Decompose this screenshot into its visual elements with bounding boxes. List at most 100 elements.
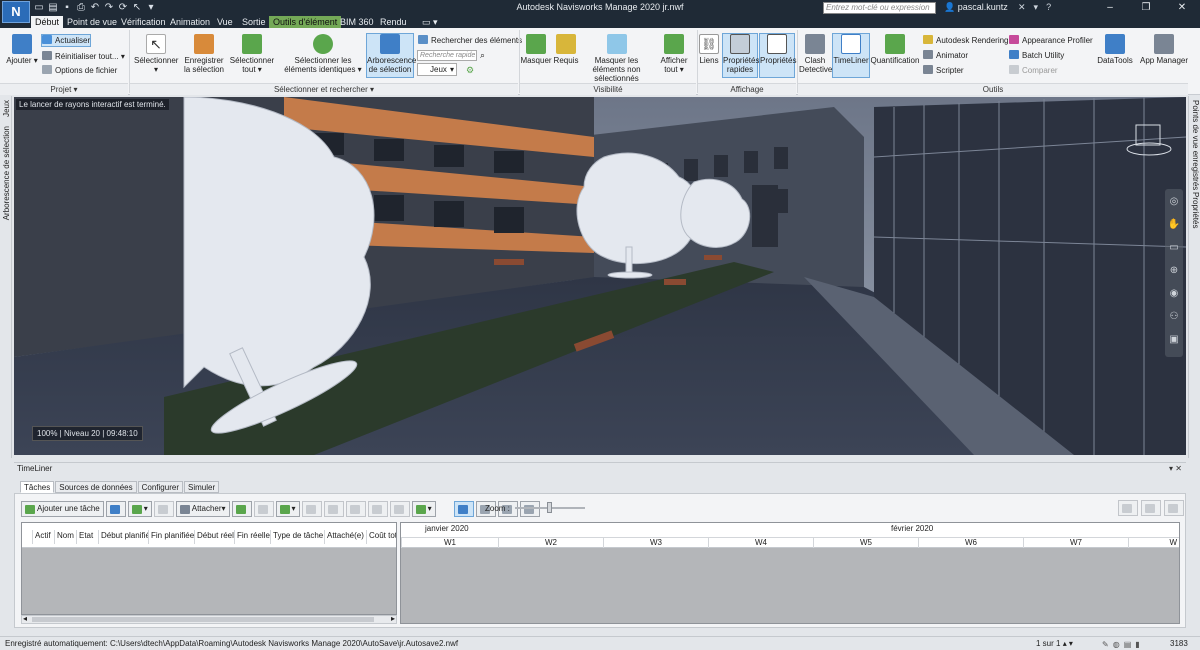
zoom-icon[interactable]: ▭ [1165,238,1183,258]
hide-unselected-button[interactable]: Masquer les éléments non sélectionnés [580,34,653,83]
column-attache[interactable]: Attaché(e) [324,530,366,544]
add-button[interactable]: Ajouter ▾ [6,34,38,65]
comment-button[interactable] [389,501,410,517]
scroll-right-icon[interactable]: ▸ [391,614,395,623]
save-icon[interactable]: ▪ [62,2,72,13]
select-all-button[interactable]: Sélectionner tout ▾ [229,34,275,74]
scroll-left-icon[interactable]: ◂ [23,614,27,623]
timeliner-close-icon[interactable]: ▾ ✕ [1169,463,1182,474]
pan-hand-icon[interactable]: ✋ [1165,215,1183,235]
save-selection-button[interactable]: Enregistrer la sélection [181,34,227,74]
tab-vue[interactable]: Vue [213,16,237,28]
pencil-icon[interactable]: ✎ [1102,639,1109,650]
tab-sources-donnees[interactable]: Sources de données [55,481,137,493]
maximize-icon[interactable]: ❐ [1128,0,1164,16]
filter-by-status-button[interactable] [1118,500,1138,516]
print-icon[interactable]: ⎙ [76,2,86,13]
tab-animation[interactable]: Animation [166,16,214,28]
move-down-button[interactable] [367,501,388,517]
column-type-tache[interactable]: Type de tâche [270,530,324,544]
tab-rendu[interactable]: Rendu [376,16,411,28]
add-task-button[interactable]: Ajouter une tâche [21,501,104,517]
tab-overflow-icon[interactable]: ▭ ▾ [418,16,442,28]
filter-button[interactable]: ▾ [275,501,300,517]
auto-attach-button[interactable] [231,501,252,517]
require-button[interactable]: Requis [553,34,579,65]
view-both-button[interactable] [519,501,540,517]
user-account[interactable]: 👤 pascal.kuntz [944,2,1008,13]
unhide-all-button[interactable]: Afficher tout ▾ [658,34,690,74]
datatools-button[interactable]: DataTools [1097,34,1133,65]
open-file-icon[interactable]: ▤ [48,2,58,13]
links-button[interactable]: ⛓ Liens [698,34,720,65]
panel-selection[interactable]: Sélectionner et rechercher ▾ [130,83,518,95]
column-actif[interactable]: Actif [32,530,54,544]
properties-dock-tab[interactable]: Propriétés [1191,192,1200,228]
columns-button[interactable]: ▾ [411,501,436,517]
compare-button[interactable]: Comparer [1009,65,1058,76]
tab-debut[interactable]: Début [31,16,64,28]
find-items-button[interactable]: Rechercher des éléments [418,35,522,46]
tab-simuler[interactable]: Simuler [183,481,220,493]
properties-button[interactable]: Propriétés [759,33,796,78]
timeliner-button[interactable]: TimeLiner [832,33,870,78]
minimize-icon[interactable]: – [1092,0,1128,16]
clash-detective-button[interactable]: Clash Detective [799,34,832,74]
quick-find-input[interactable]: Recherche rapide [417,50,477,61]
disk-icon[interactable]: ◍ [1113,639,1120,650]
task-grid[interactable]: Actif Nom Etat Début planifié Fin planif… [21,522,397,615]
reset-all-button[interactable]: Réinitialiser tout... ▾ [42,51,125,62]
undo-icon[interactable]: ↶ [90,2,100,13]
outdent-button[interactable] [323,501,344,517]
clear-attach-button[interactable] [253,501,274,517]
tab-configurer[interactable]: Configurer [137,481,183,493]
indent-button[interactable] [301,501,322,517]
animator-button[interactable]: Animator [923,50,968,61]
task-grid-hscrollbar[interactable]: ◂ ▸ [21,614,397,624]
view-gantt-button[interactable] [453,501,474,517]
autodesk-rendering-button[interactable]: Autodesk Rendering [923,35,1009,46]
export-button[interactable] [1141,500,1161,516]
batch-utility-button[interactable]: Batch Utility [1009,50,1064,61]
hide-button[interactable]: Masquer [520,34,552,65]
app-manager-button[interactable]: App Manager [1138,34,1190,65]
sets-dropdown[interactable]: Jeux ▾ [417,63,457,76]
column-debut-planifie[interactable]: Début planifié [98,530,148,544]
select-same-button[interactable]: Sélectionner les éléments identiques ▾ [283,34,363,74]
sets-manage-icon[interactable]: ⚙ [466,65,474,76]
scripter-button[interactable]: Scripter [923,65,964,76]
tab-point-de-vue[interactable]: Point de vue [63,16,121,28]
look-icon[interactable]: ◉ [1165,284,1183,304]
walk-icon[interactable]: ⚇ [1165,307,1183,327]
app-menu-button[interactable]: N [2,1,30,23]
tab-verification[interactable]: Vérification [117,16,170,28]
orbit-icon[interactable]: ⊕ [1165,261,1183,281]
select-cursor-icon[interactable]: ↖ [132,2,142,13]
move-up-button[interactable] [345,501,366,517]
export-sets-button[interactable] [1164,500,1184,516]
select-button[interactable]: ↖ Sélectionner ▾ [134,34,178,74]
sets-dock-tab[interactable]: Jeux [2,100,11,117]
help-icon[interactable]: ? [1046,2,1051,13]
gantt-chart[interactable]: janvier 2020 février 2020 W1 W2 W3 W4 W5… [400,522,1180,624]
quick-properties-button[interactable]: Propriétés rapides [722,33,759,78]
attach-button[interactable]: Attacher ▾ [175,501,230,517]
scroll-thumb[interactable] [32,617,374,622]
refresh-icon[interactable]: ⟳ [118,2,128,13]
refresh-button[interactable]: Actualiser [41,34,92,47]
column-cout-total[interactable]: Coût total [366,530,396,544]
column-etat[interactable]: Etat [76,530,98,544]
exchange-icon[interactable]: ✕ [1018,2,1026,13]
database-icon[interactable]: ▤ [1124,639,1132,650]
delete-task-button[interactable] [153,501,174,517]
zoom-slider-thumb[interactable] [547,502,552,513]
selection-tree-button[interactable]: Arborescence de sélection [366,33,416,78]
column-fin-reelle[interactable]: Fin réelle [234,530,270,544]
column-fin-planifiee[interactable]: Fin planifiée [148,530,194,544]
redo-icon[interactable]: ↷ [104,2,114,13]
quick-find-icon[interactable]: ⌕ [480,50,485,61]
steering-wheel-icon[interactable]: ◎ [1165,192,1183,212]
close-icon[interactable]: ✕ [1164,0,1200,16]
insert-task-button[interactable]: ▾ [127,501,152,517]
tab-bim360[interactable]: BIM 360 [336,16,378,28]
